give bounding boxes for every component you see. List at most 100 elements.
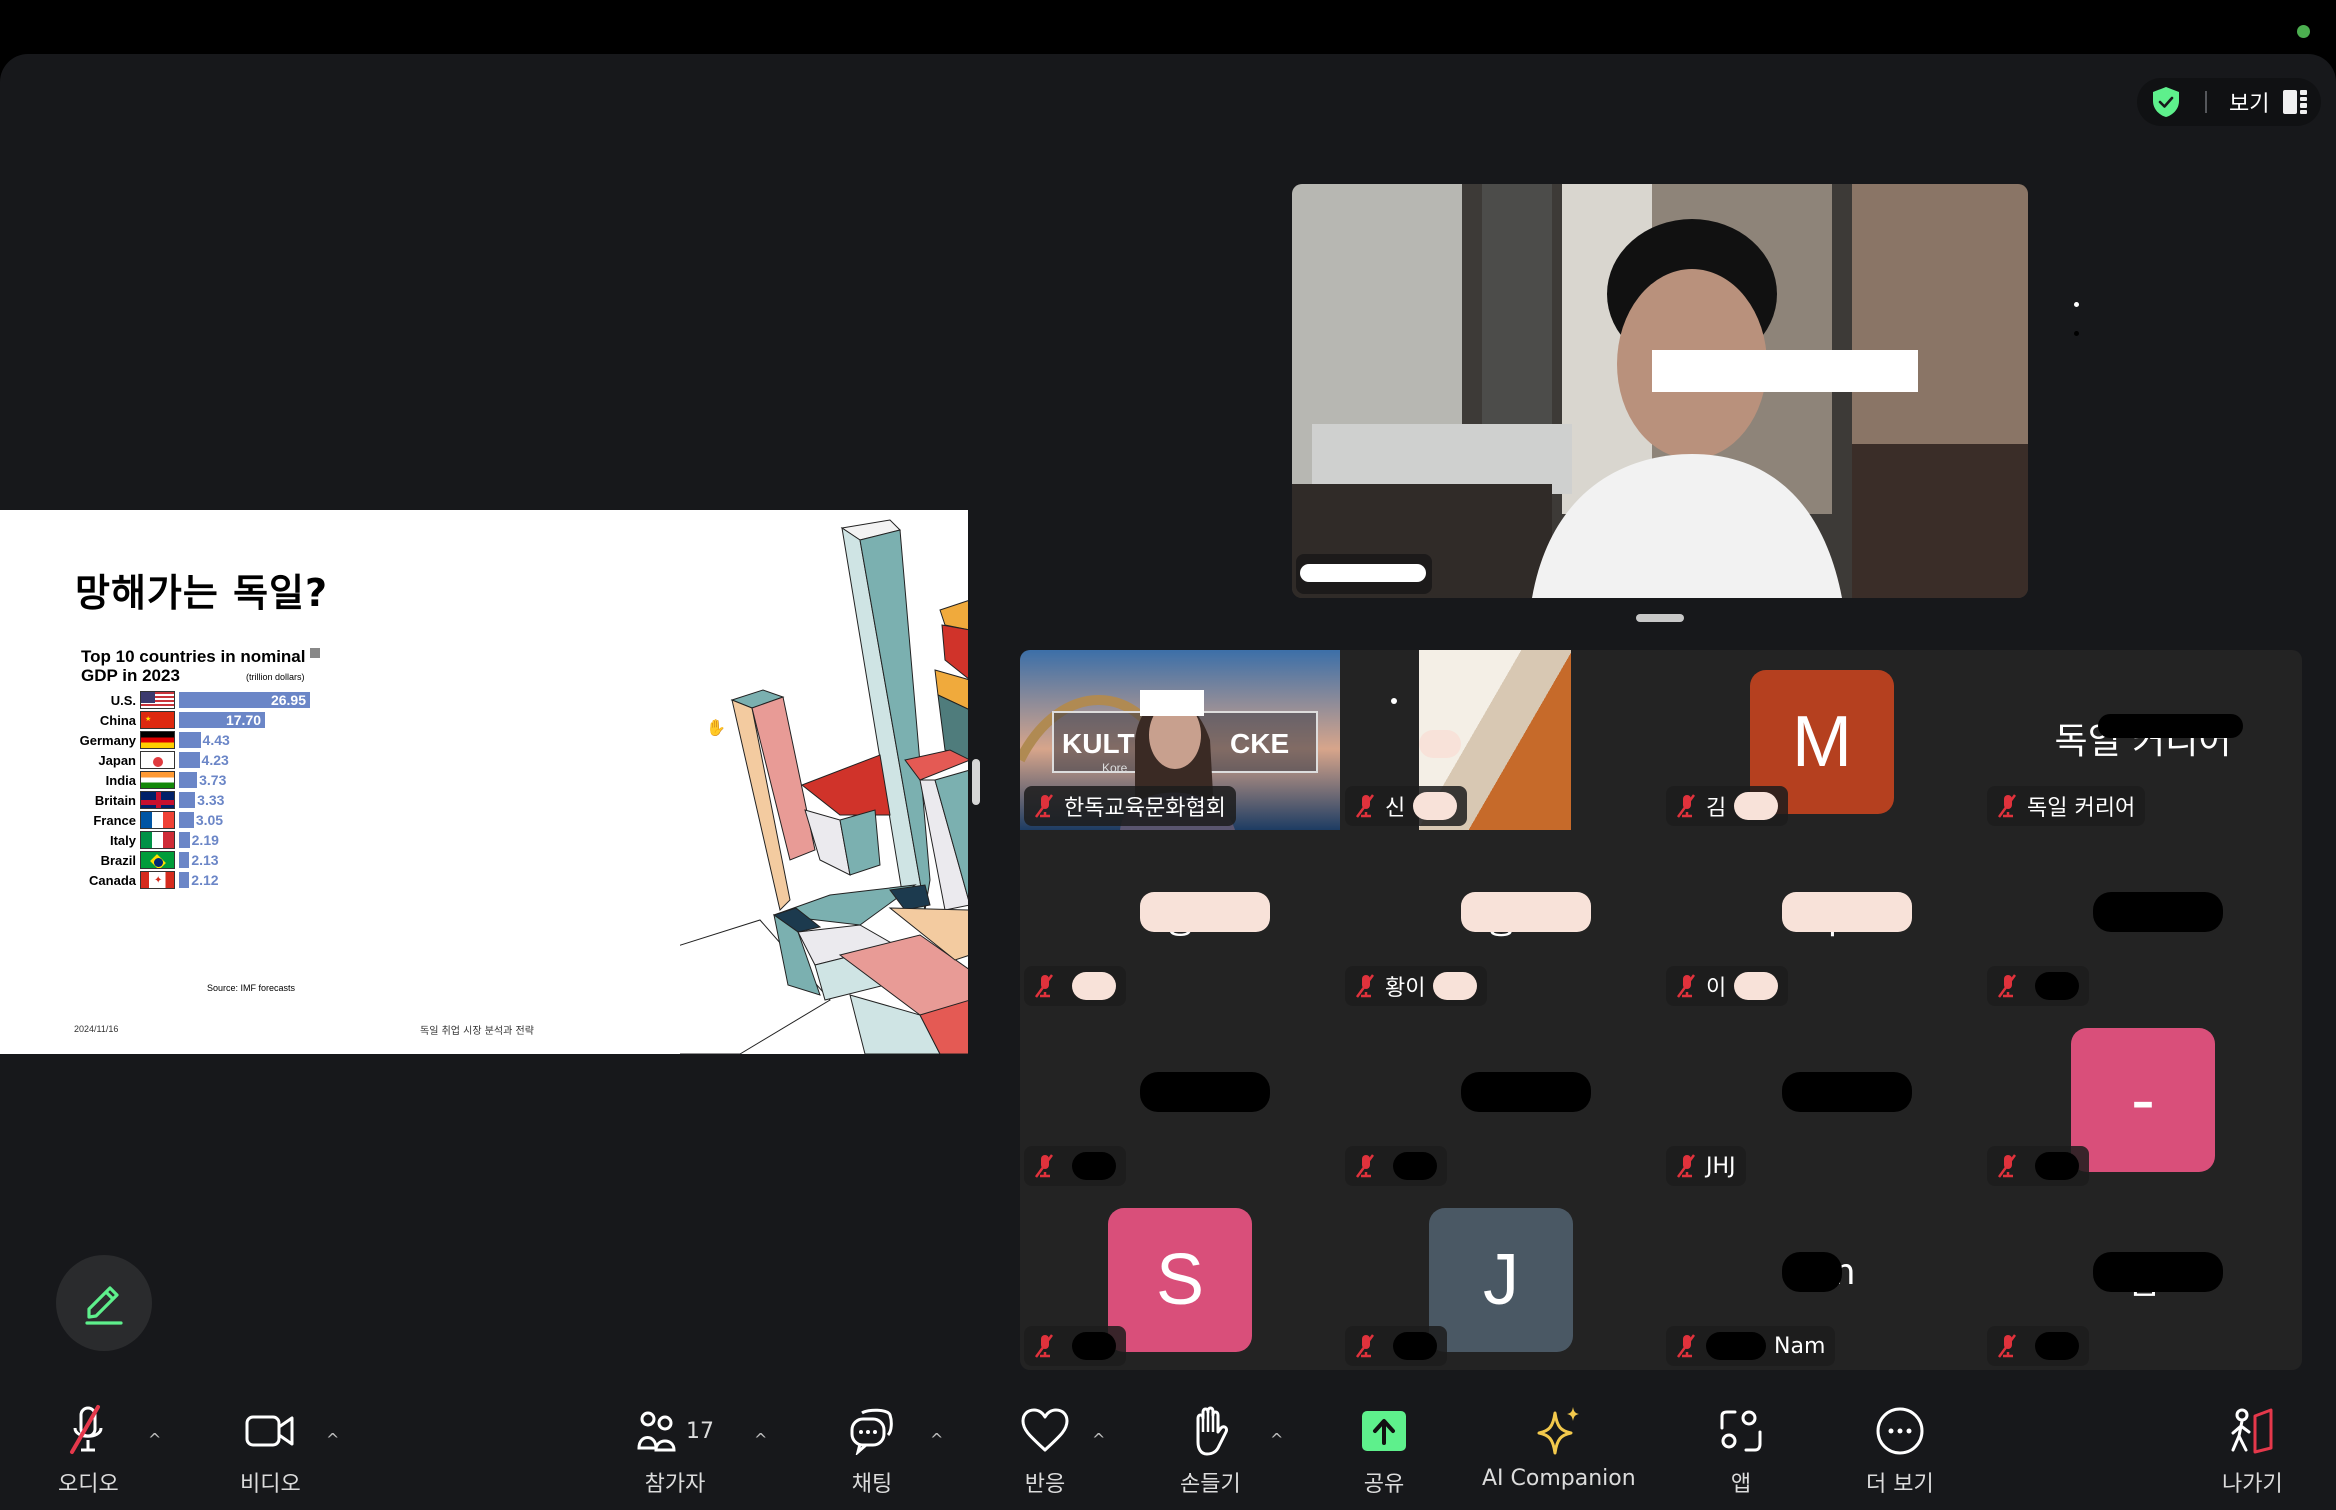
- video-button[interactable]: 비디오: [240, 1404, 301, 1498]
- participant-name-tag: 김: [1666, 786, 1789, 826]
- name-redaction: [1140, 892, 1270, 932]
- country-flag-icon: [140, 691, 175, 709]
- gallery-layout-icon[interactable]: [2283, 90, 2308, 114]
- participant-name-tag: [1345, 1146, 1447, 1186]
- audio-label: 오디오: [58, 1472, 119, 1497]
- chart-value-label: 2.13: [191, 852, 219, 868]
- hand-cursor-icon: ✋: [706, 718, 726, 737]
- split-resize-handle[interactable]: [972, 759, 980, 805]
- chart-value-label: 3.73: [199, 772, 227, 788]
- chart-category-label: Brazil: [100, 852, 136, 868]
- chat-button[interactable]: 채팅: [848, 1404, 896, 1498]
- participant-tile[interactable]: M김: [1662, 650, 1982, 830]
- video-options-caret[interactable]: ^: [326, 1430, 339, 1449]
- participant-name-tag: 이: [1666, 966, 1789, 1006]
- ai-companion-button[interactable]: AI Companion: [1482, 1404, 1636, 1491]
- leave-button[interactable]: 나가기: [2222, 1404, 2283, 1498]
- country-flag-icon: ★: [140, 711, 175, 729]
- slide-title: 망해가는 독일?: [75, 571, 329, 615]
- participants-options-caret[interactable]: ^: [754, 1430, 767, 1449]
- name-redaction: [1072, 1332, 1116, 1360]
- chart-category-label: U.S.: [110, 692, 136, 708]
- more-button[interactable]: 더 보기: [1866, 1404, 1934, 1498]
- reactions-button[interactable]: 반응: [1020, 1404, 1070, 1498]
- ai-sparkle-icon: [1537, 1407, 1579, 1455]
- name-redaction: [2035, 972, 2079, 1000]
- audio-button[interactable]: 오디오: [58, 1404, 119, 1498]
- participant-name-tag: [1987, 1326, 2089, 1366]
- participant-tile[interactable]: J: [1341, 1190, 1661, 1370]
- participants-icon: [637, 1411, 676, 1452]
- name-redaction: [2035, 1152, 2079, 1180]
- audio-options-caret[interactable]: ^: [148, 1430, 161, 1449]
- participant-name-tag: 황이: [1345, 966, 1488, 1006]
- participant-tile[interactable]: [1341, 1010, 1661, 1190]
- annotate-button[interactable]: [56, 1255, 152, 1351]
- name-redaction: [1413, 792, 1458, 820]
- participant-tile[interactable]: 방: [1020, 830, 1340, 1010]
- chart-bar: [179, 872, 190, 888]
- shield-check-icon[interactable]: [2151, 86, 2181, 118]
- participant-name-tag: 신: [1345, 786, 1468, 826]
- participant-tile[interactable]: S: [1020, 1190, 1340, 1370]
- participant-name-tag: Nam: [1666, 1326, 1836, 1366]
- chart-category-label: Japan: [98, 752, 136, 768]
- chat-icon: [850, 1408, 893, 1455]
- participant-tile[interactable]: -: [1983, 1010, 2302, 1190]
- mic-muted-icon: [70, 1405, 103, 1454]
- face-redaction: [1652, 350, 1918, 392]
- raise-hand-options-caret[interactable]: ^: [1270, 1430, 1283, 1449]
- name-redaction: [1734, 792, 1779, 820]
- participant-tile[interactable]: 황황이: [1341, 830, 1661, 1010]
- participant-name-tag: JHJ: [1666, 1146, 1746, 1186]
- apps-button[interactable]: 앱: [1718, 1404, 1764, 1498]
- raise-hand-button[interactable]: 손들기: [1180, 1404, 1241, 1498]
- name-redaction: [1433, 972, 1478, 1000]
- pencil-icon: [85, 1286, 123, 1325]
- participant-tile[interactable]: KULTU CKE Kore 한독교육문화협회: [1020, 650, 1340, 830]
- video-label: 비디오: [240, 1472, 301, 1497]
- participant-tile[interactable]: 김: [1983, 1190, 2302, 1370]
- participant-avatar: S: [1108, 1208, 1252, 1352]
- reactions-options-caret[interactable]: ^: [1092, 1430, 1105, 1449]
- participant-name-tag: 한독교육문화협회: [1024, 786, 1236, 826]
- shared-screen: 망해가는 독일? Top 10 countries in nominal GDP…: [0, 510, 968, 1054]
- chat-options-caret[interactable]: ^: [930, 1430, 943, 1449]
- participant-tile[interactable]: 이이: [1662, 830, 1982, 1010]
- mic-muted-icon: [1997, 1334, 2017, 1358]
- gallery-pager-handle[interactable]: [1636, 614, 1684, 622]
- view-label[interactable]: 보기: [2229, 86, 2269, 118]
- participant-tile[interactable]: [1983, 830, 2302, 1010]
- more-label: 더 보기: [1866, 1472, 1934, 1497]
- name-redaction: [1461, 892, 1591, 932]
- reactions-label: 반응: [1024, 1472, 1066, 1497]
- chart-bar: [179, 812, 194, 828]
- participant-name: JHJ: [1706, 1153, 1736, 1179]
- participants-button[interactable]: 17 참가자: [636, 1404, 714, 1498]
- divider: [2205, 91, 2207, 113]
- participant-tile[interactable]: [1020, 1010, 1340, 1190]
- name-redaction: [1782, 1252, 1842, 1292]
- heart-icon: [1021, 1408, 1069, 1452]
- status-indicator: [2297, 25, 2310, 38]
- name-redaction: [1782, 892, 1912, 932]
- meeting-toolbar: 오디오 ^ 비디오 ^ 17 참가자 ^ 채팅 ^ 반응 ^ 손들기 ^ 공유 …: [0, 1390, 2336, 1510]
- isometric-illustration: [680, 519, 968, 1054]
- speaker-name-tag: [1296, 554, 1432, 594]
- participant-tile[interactable]: 신: [1341, 650, 1661, 830]
- participant-tile[interactable]: 독일 커리어 독일 커리어: [1983, 650, 2302, 830]
- participant-tile[interactable]: JHJ: [1662, 1010, 1982, 1190]
- participant-name: 독일 커리어: [2027, 796, 2136, 821]
- raise-hand-icon: [1196, 1406, 1229, 1456]
- chart-title-line1: Top 10 countries in nominal: [81, 647, 306, 666]
- view-control[interactable]: 보기: [2137, 78, 2321, 126]
- mic-muted-icon: [1676, 1154, 1696, 1178]
- share-button[interactable]: 공유: [1360, 1404, 1408, 1498]
- country-flag-icon: ✦: [140, 871, 175, 889]
- participant-name-tag: 독일 커리어: [1987, 786, 2146, 826]
- mic-muted-icon: [1034, 1334, 1054, 1358]
- country-flag-icon: [140, 751, 175, 769]
- participant-tile[interactable]: lamNam: [1662, 1190, 1982, 1370]
- name-redaction: [1461, 1072, 1591, 1112]
- active-speaker-video[interactable]: [1292, 184, 2028, 598]
